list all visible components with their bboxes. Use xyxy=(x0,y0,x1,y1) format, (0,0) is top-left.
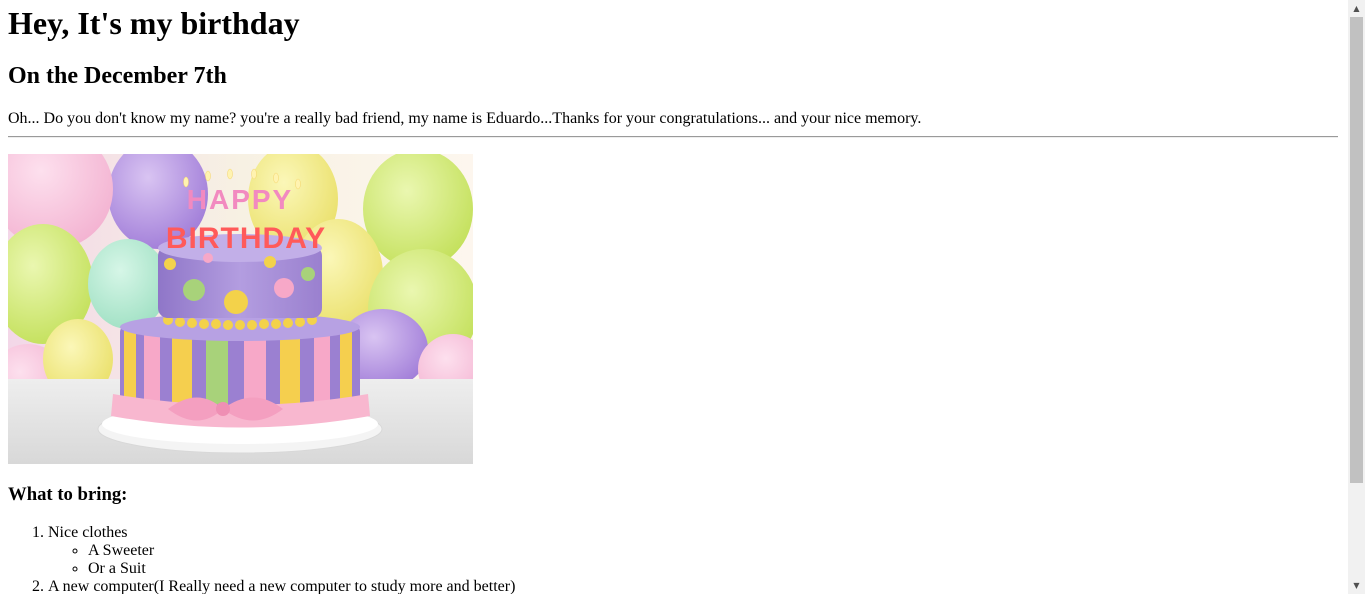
divider xyxy=(8,136,1338,138)
vertical-scrollbar[interactable]: ▲ ▼ xyxy=(1348,0,1365,594)
sub-list: A Sweeter Or a Suit xyxy=(48,542,515,578)
svg-text:HAPPY: HAPPY xyxy=(187,184,293,215)
triangle-down-icon[interactable]: ▼ xyxy=(1348,577,1365,594)
page-title: Hey, It's my birthday xyxy=(8,5,300,41)
bring-heading: What to bring: xyxy=(8,484,128,505)
date-heading: On the December 7th xyxy=(8,63,227,89)
web-page: Hey, It's my birthday On the December 7t… xyxy=(0,0,1348,594)
list-item: Nice clothes A Sweeter Or a Suit xyxy=(48,524,515,578)
bring-list: Nice clothes A Sweeter Or a Suit A new c… xyxy=(8,524,515,594)
scrollbar-thumb[interactable] xyxy=(1350,17,1363,483)
list-item: A new computer(I Really need a new compu… xyxy=(48,578,515,594)
svg-text:BIRTHDAY: BIRTHDAY xyxy=(166,222,326,255)
list-item: Or a Suit xyxy=(88,560,515,578)
triangle-up-icon[interactable]: ▲ xyxy=(1348,0,1365,17)
message-paragraph: Oh... Do you don't know my name? you're … xyxy=(8,110,922,127)
list-item: A Sweeter xyxy=(88,542,515,560)
birthday-cake-image: HAPPY BIRTHDAY xyxy=(8,154,473,464)
